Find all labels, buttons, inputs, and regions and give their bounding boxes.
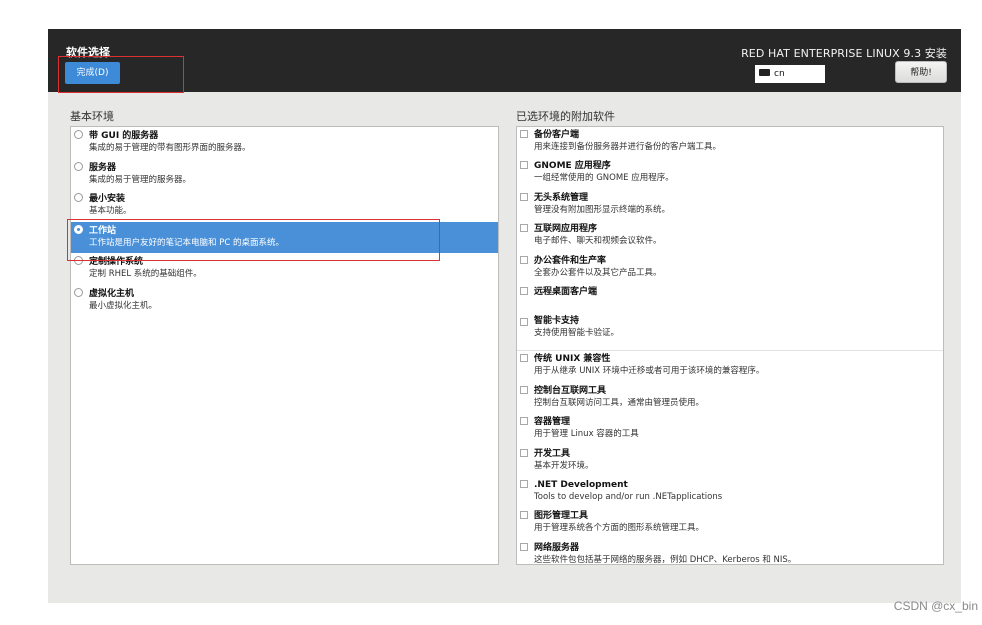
addon-name: 互联网应用程序	[534, 224, 598, 235]
addon-desc: 这些软件包包括基于网络的服务器，例如 DHCP、Kerberos 和 NIS。	[534, 554, 797, 565]
env-item-server-gui[interactable]: 带 GUI 的服务器 集成的易于管理的带有图形界面的服务器。	[71, 127, 498, 159]
checkbox[interactable]	[520, 417, 528, 426]
addon-desc: 基本开发环境。	[534, 460, 594, 471]
checkbox[interactable]	[520, 286, 528, 295]
radio-button[interactable]	[74, 130, 83, 139]
addon-item-container-management[interactable]: 容器管理 用于管理 Linux 容器的工具	[517, 414, 943, 445]
help-button[interactable]: 帮助!	[895, 61, 947, 83]
env-item-virtualization-host[interactable]: 虚拟化主机 最小虚拟化主机。	[71, 285, 498, 317]
addon-name: GNOME 应用程序	[534, 161, 611, 172]
addon-item-dotnet-development[interactable]: .NET Development Tools to develop and/or…	[517, 477, 943, 508]
addon-desc: Tools to develop and/or run .NETapplicat…	[534, 491, 723, 502]
env-desc: 最小虚拟化主机。	[89, 300, 158, 311]
base-env-list: 带 GUI 的服务器 集成的易于管理的带有图形界面的服务器。 服务器 集成的易于…	[70, 126, 499, 565]
env-desc: 集成的易于管理的服务器。	[89, 174, 192, 185]
env-desc: 定制 RHEL 系统的基础组件。	[89, 269, 202, 279]
addon-item-network-servers[interactable]: 网络服务器 这些软件包包括基于网络的服务器，例如 DHCP、Kerberos 和…	[517, 540, 943, 571]
addon-item-legacy-unix[interactable]: 传统 UNIX 兼容性 用于从继承 UNIX 环境中迁移或者可用于该环境的兼容程…	[517, 351, 943, 382]
addon-desc: 用于管理系统各个方面的图形系统管理工具。	[534, 523, 705, 534]
addon-name: 传统 UNIX 兼容性	[534, 354, 611, 365]
addon-name: .NET Development	[534, 479, 628, 490]
radio-button[interactable]	[74, 193, 83, 202]
addon-desc: 用于从继承 UNIX 环境中迁移或者可用于该环境的兼容程序。	[534, 366, 765, 377]
env-name: 带 GUI 的服务器	[89, 131, 159, 141]
addon-name: 图形管理工具	[534, 511, 589, 522]
checkbox[interactable]	[520, 448, 528, 457]
addon-name: 网络服务器	[534, 542, 580, 553]
base-env-heading: 基本环境	[70, 110, 114, 123]
checkbox[interactable]	[520, 354, 528, 363]
addon-desc: 支持使用智能卡验证。	[534, 328, 620, 339]
radio-button[interactable]	[74, 287, 83, 297]
installer-window: 软件选择 完成(D) RED HAT ENTERPRISE LINUX 9.3 …	[48, 29, 961, 603]
env-name: 虚拟化主机	[89, 288, 135, 299]
checkbox[interactable]	[520, 542, 528, 551]
env-item-minimal[interactable]: 最小安装 基本功能。	[71, 190, 498, 222]
watermark: CSDN @cx_bin	[893, 599, 978, 613]
checkbox[interactable]	[520, 130, 528, 138]
addon-name: 备份客户端	[534, 130, 580, 140]
addon-desc: 一组经常使用的 GNOME 应用程序。	[534, 173, 674, 184]
addon-item-office-suite[interactable]: 办公套件和生产率 全套办公套件以及其它产品工具。	[517, 253, 943, 284]
checkbox[interactable]	[520, 161, 528, 170]
radio-button[interactable]	[74, 161, 83, 171]
checkbox[interactable]	[520, 224, 528, 233]
env-name: 服务器	[89, 162, 117, 173]
addon-name: 容器管理	[534, 417, 571, 428]
keyboard-layout-indicator[interactable]: cn	[755, 65, 825, 83]
addon-name: 控制台互联网工具	[534, 385, 607, 396]
addons-list: 备份客户端 用来连接到备份服务器并进行备份的客户端工具。 GNOME 应用程序 …	[516, 126, 944, 565]
keyboard-layout-label: cn	[774, 69, 785, 79]
addon-item-gnome-apps[interactable]: GNOME 应用程序 一组经常使用的 GNOME 应用程序。	[517, 158, 943, 189]
env-desc: 集成的易于管理的带有图形界面的服务器。	[89, 143, 251, 153]
checkbox[interactable]	[520, 192, 528, 201]
addon-name: 智能卡支持	[534, 316, 580, 327]
addon-name: 办公套件和生产率	[534, 255, 607, 266]
annotation-box-workstation	[67, 219, 440, 261]
addon-desc: 控制台互联网访问工具，通常由管理员使用。	[534, 397, 705, 408]
addon-item-smart-card[interactable]: 智能卡支持 支持使用智能卡验证。	[517, 315, 943, 352]
addon-item-backup-client[interactable]: 备份客户端 用来连接到备份服务器并进行备份的客户端工具。	[517, 127, 943, 158]
checkbox[interactable]	[520, 255, 528, 264]
addon-item-headless-management[interactable]: 无头系统管理 管理没有附加图形显示终端的系统。	[517, 190, 943, 221]
addon-desc: 用于管理 Linux 容器的工具	[534, 429, 639, 440]
addon-name: 无头系统管理	[534, 192, 589, 203]
addon-desc: 电子邮件、聊天和视频会议软件。	[534, 236, 662, 247]
addon-name: 开发工具	[534, 448, 571, 459]
checkbox[interactable]	[520, 511, 528, 520]
addon-desc: 全套办公套件以及其它产品工具。	[534, 267, 662, 278]
checkbox[interactable]	[520, 318, 528, 327]
addon-item-console-internet-tools[interactable]: 控制台互联网工具 控制台互联网访问工具，通常由管理员使用。	[517, 383, 943, 414]
checkbox[interactable]	[520, 479, 528, 488]
addon-item-graphical-admin-tools[interactable]: 图形管理工具 用于管理系统各个方面的图形系统管理工具。	[517, 508, 943, 539]
env-item-server[interactable]: 服务器 集成的易于管理的服务器。	[71, 159, 498, 191]
addons-heading: 已选环境的附加软件	[516, 110, 615, 123]
addon-name: 远程桌面客户端	[534, 286, 598, 297]
product-name: RED HAT ENTERPRISE LINUX 9.3 安装	[741, 47, 947, 60]
addon-item-development-tools[interactable]: 开发工具 基本开发环境。	[517, 446, 943, 477]
annotation-box-done	[58, 56, 184, 93]
header-bar: 软件选择 完成(D) RED HAT ENTERPRISE LINUX 9.3 …	[48, 29, 961, 93]
addon-item-remote-desktop-clients[interactable]: 远程桌面客户端	[517, 284, 943, 315]
env-name: 最小安装	[89, 194, 126, 204]
env-desc: 基本功能。	[89, 206, 132, 216]
addon-desc: 用来连接到备份服务器并进行备份的客户端工具。	[534, 142, 722, 152]
addon-item-internet-apps[interactable]: 互联网应用程序 电子邮件、聊天和视频会议软件。	[517, 221, 943, 252]
checkbox[interactable]	[520, 385, 528, 394]
keyboard-icon	[759, 69, 770, 76]
addon-desc: 管理没有附加图形显示终端的系统。	[534, 204, 671, 215]
